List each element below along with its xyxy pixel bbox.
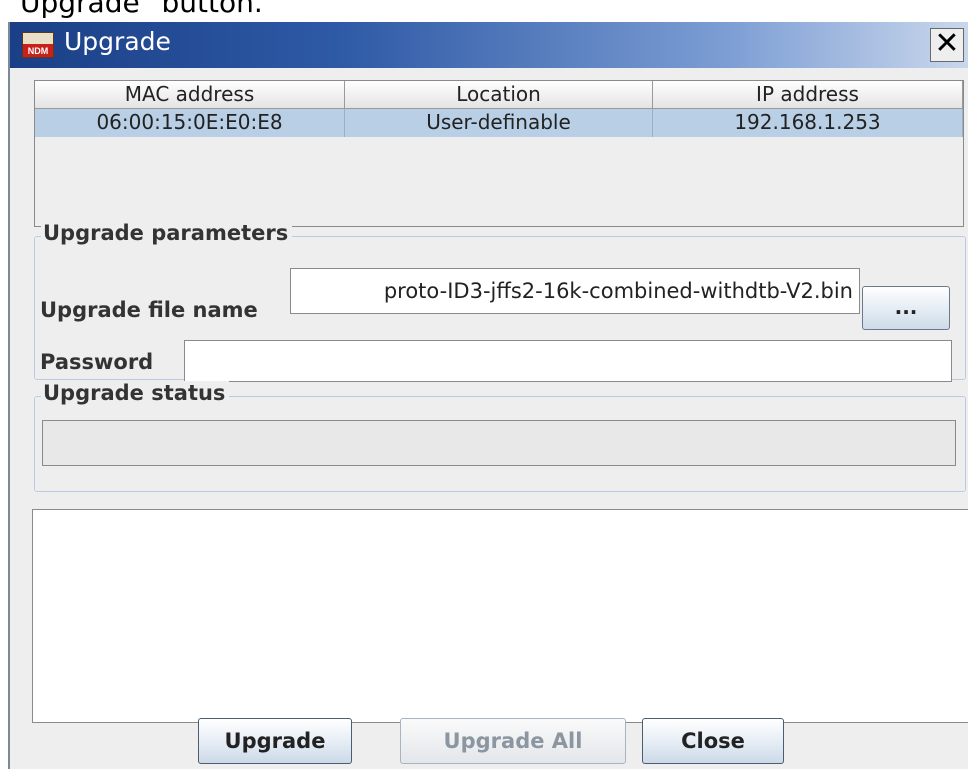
ndm-app-icon: NDM (22, 32, 54, 58)
upgrade-status-legend: Upgrade status (41, 381, 230, 405)
password-label: Password (40, 350, 154, 374)
upgrade-file-name-value: proto-ID3-jffs2-16k-combined-withdtb-V2.… (383, 279, 853, 303)
close-button[interactable]: Close (642, 718, 784, 764)
app-icon-text: NDM (27, 46, 49, 56)
cell-location: User-definable (345, 109, 653, 137)
title-bar[interactable]: NDM Upgrade ✕ (10, 22, 968, 68)
upgrade-file-name-label: Upgrade file name (40, 298, 258, 322)
column-header-mac[interactable]: MAC address (35, 81, 345, 109)
close-icon: ✕ (934, 26, 960, 61)
browse-file-button[interactable]: ... (862, 286, 950, 330)
upgrade-file-name-input[interactable]: proto-ID3-jffs2-16k-combined-withdtb-V2.… (290, 268, 860, 314)
cell-mac: 06:00:15:0E:E0:E8 (35, 109, 345, 137)
upgrade-all-button[interactable]: Upgrade All (400, 718, 626, 764)
upgrade-progress-bar (42, 420, 956, 466)
caption-text: Upgrade" button. (20, 0, 263, 19)
upgrade-parameters-legend: Upgrade parameters (41, 221, 293, 245)
table-row[interactable]: 06:00:15:0E:E0:E8 User-definable 192.168… (35, 109, 963, 137)
table-header-row: MAC address Location IP address (35, 81, 963, 109)
device-table[interactable]: MAC address Location IP address 06:00:15… (34, 80, 964, 227)
dialog-title: Upgrade (64, 27, 171, 56)
column-header-ip[interactable]: IP address (653, 81, 963, 109)
column-header-location[interactable]: Location (345, 81, 653, 109)
upgrade-dialog: NDM Upgrade ✕ MAC address Location IP ad… (8, 22, 968, 769)
close-window-button[interactable]: ✕ (930, 28, 964, 62)
upgrade-button[interactable]: Upgrade (198, 718, 352, 764)
upgrade-log-area[interactable] (32, 509, 968, 723)
cell-ip: 192.168.1.253 (653, 109, 963, 137)
password-field[interactable] (184, 340, 952, 382)
